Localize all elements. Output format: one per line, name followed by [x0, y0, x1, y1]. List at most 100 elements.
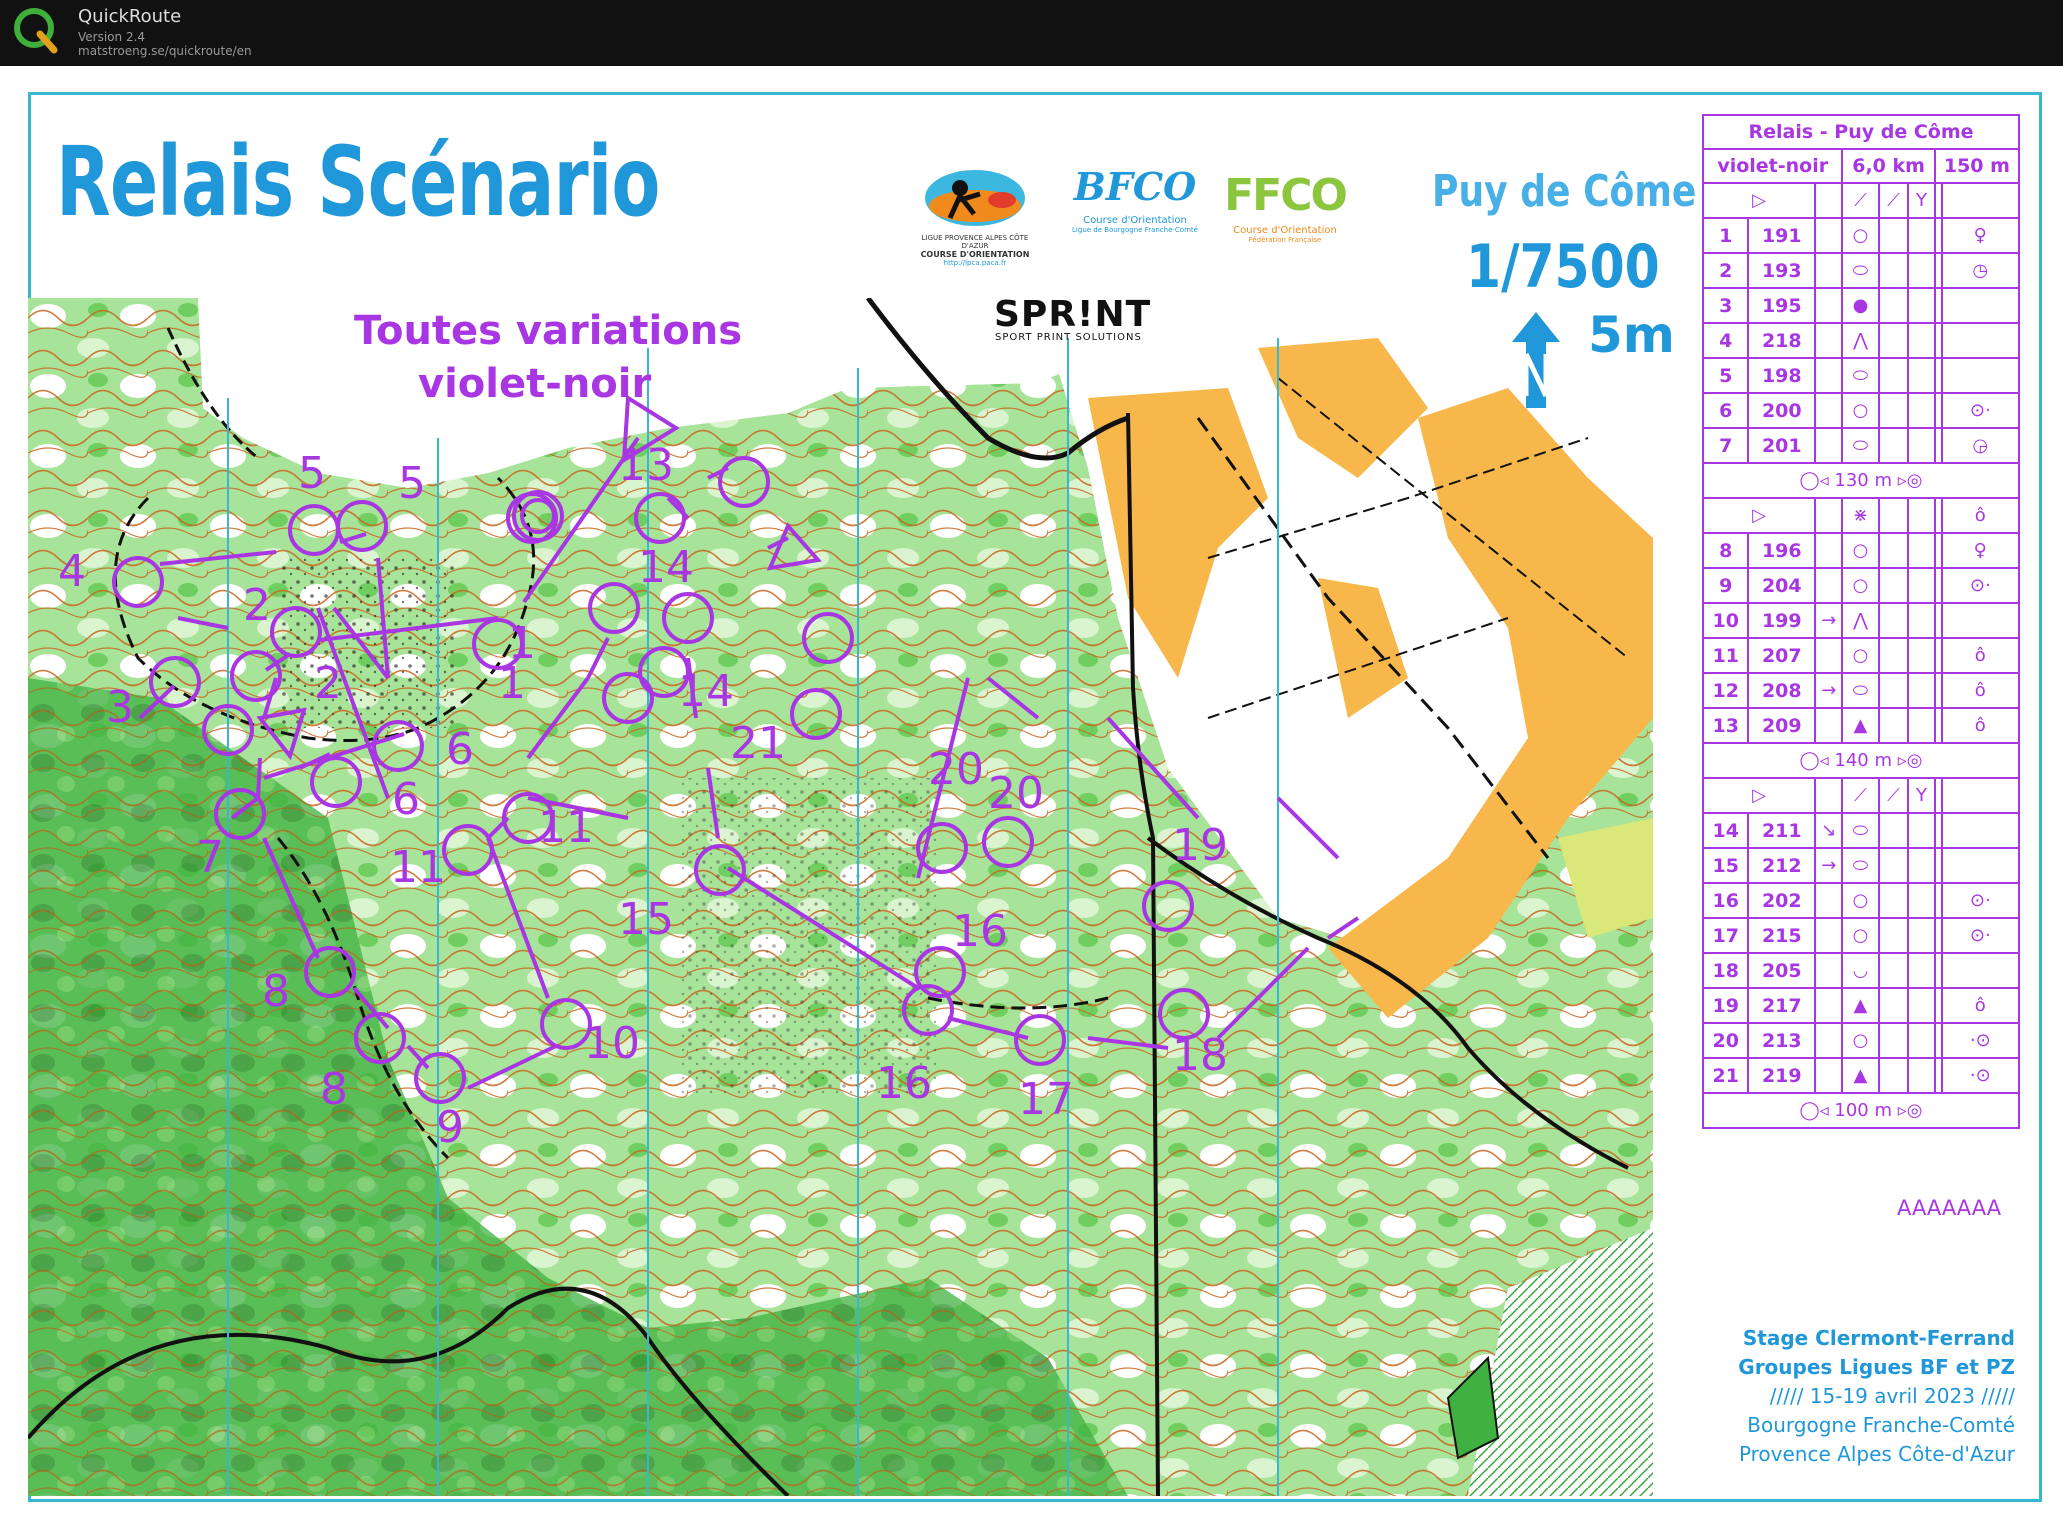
cd-blank — [1933, 427, 1943, 464]
cd-num: 9 — [1701, 567, 1750, 604]
cd-detail: ⊙· — [1940, 882, 2021, 919]
info-line2: Groupes Ligues BF et PZ — [1738, 1355, 2015, 1379]
cd-num: 12 — [1701, 672, 1750, 709]
map-canvas[interactable]: 1 1 2 2 3 4 5 5 6 6 7 8 8 9 10 11 11 13 … — [0, 66, 2063, 1524]
cd-detail — [1940, 287, 2021, 324]
cd-num: 14 — [1701, 812, 1750, 849]
control-number: 15 — [618, 894, 674, 945]
cd-detail: ô — [1940, 987, 2021, 1024]
cd-detail — [1940, 357, 2021, 394]
control-number: 3 — [106, 682, 134, 733]
cd-direction — [1814, 917, 1844, 954]
control-number: 11 — [538, 802, 594, 853]
cd-code: 212 — [1747, 847, 1817, 884]
cd-code: 213 — [1747, 1022, 1817, 1059]
cd-code: 218 — [1747, 322, 1817, 359]
cd-detail: ô — [1940, 637, 2021, 674]
cd-blank — [1877, 427, 1910, 464]
cd-blank — [1907, 427, 1936, 464]
ffco-logo-text: FFCO — [1224, 170, 1348, 221]
app-url[interactable]: matstroeng.se/quickroute/en — [78, 44, 252, 58]
cd-direction — [1814, 882, 1844, 919]
control-number: 14 — [678, 666, 734, 717]
cd-blank — [1933, 882, 1943, 919]
quickroute-logo-icon — [14, 8, 58, 54]
map-subtitle-line2: violet-noir — [418, 361, 652, 407]
cd-row: 21 219 ▲ ·⊙ — [1701, 1057, 2021, 1094]
cd-feature: ○ — [1841, 882, 1880, 919]
control-number: 8 — [320, 1064, 348, 1115]
cd-num: 4 — [1701, 322, 1750, 359]
cd-feature: ⬭ — [1841, 847, 1880, 884]
control-number: 14 — [638, 542, 694, 593]
cd-blank — [1933, 987, 1943, 1024]
cd-blank — [1907, 987, 1936, 1024]
lpca-logo: LIGUE PROVENCE ALPES CÔTE D'AZUR COURSE … — [920, 160, 1030, 270]
cd-blank — [1933, 252, 1943, 289]
cd-code: 204 — [1747, 567, 1817, 604]
cd-direction: → — [1814, 602, 1844, 639]
cd-feature: ▲ — [1841, 707, 1880, 744]
cd-code: 201 — [1747, 427, 1817, 464]
ffco-logo: FFCO Course d'Orientation Fédération Fra… — [1220, 170, 1350, 270]
cd-feature: ⋀ — [1841, 602, 1880, 639]
cd-direction: → — [1814, 847, 1844, 884]
cd-detail: ô — [1940, 707, 2021, 744]
sprint-logo-sub: SPORT PRINT SOLUTIONS — [995, 332, 1142, 343]
cd-num: 20 — [1701, 1022, 1750, 1059]
cd-feature: ⋀ — [1841, 322, 1880, 359]
cd-row: 19 217 ▲ ô — [1701, 987, 2021, 1024]
cd-row: 7 201 ⬭ ◶ — [1701, 427, 2021, 464]
cd-blank — [1933, 602, 1943, 639]
lpca-logo-icon — [925, 170, 1025, 226]
cd-blank — [1907, 672, 1936, 709]
cd-marked-route: ◯◃ 130 m ▹◎ — [1702, 462, 2020, 499]
cd-detail — [1940, 952, 2021, 989]
start-triangle-icon: ▷ — [1701, 497, 1817, 534]
lpca-logo-text3: http://lpca.paca.fr — [943, 259, 1007, 267]
map-title: Relais Scénario — [56, 126, 660, 238]
cd-detail: ·⊙ — [1940, 1022, 2021, 1059]
cd-blank — [1877, 707, 1910, 744]
cd-blank — [1877, 637, 1910, 674]
cd-row: 14 211 ↘ ⬭ — [1701, 812, 2021, 849]
cd-row: 16 202 ○ ⊙· — [1701, 882, 2021, 919]
cd-detail — [1940, 322, 2021, 359]
bfco-logo-sub1: Course d'Orientation — [1083, 215, 1187, 226]
cd-direction — [1814, 987, 1844, 1024]
orienteering-map[interactable]: 1 1 2 2 3 4 5 5 6 6 7 8 8 9 10 11 11 13 … — [28, 298, 1683, 1496]
cd-row: 18 205 ◡ — [1701, 952, 2021, 989]
cd-feature: ○ — [1841, 1022, 1880, 1059]
cd-direction — [1814, 287, 1844, 324]
cd-section-3: 14 211 ↘ ⬭ 15 212 → ⬭ 16 202 ○ ⊙· 17 215 ○ ⊙· 18 205 ◡ 19 21… — [1701, 812, 2021, 1094]
cd-num: 2 — [1701, 252, 1750, 289]
map-subtitle-line1: Toutes variations — [354, 308, 743, 354]
cd-feature: ◡ — [1841, 952, 1880, 989]
cd-blank — [1933, 532, 1943, 569]
cd-blank — [1877, 217, 1910, 254]
cd-num: 10 — [1701, 602, 1750, 639]
cd-blank — [1877, 672, 1910, 709]
cd-direction — [1814, 1022, 1844, 1059]
cd-blank — [1907, 217, 1936, 254]
cd-code: 219 — [1747, 1057, 1817, 1094]
cd-blank — [1933, 217, 1943, 254]
cd-row: 10 199 → ⋀ — [1701, 602, 2021, 639]
start-triangle-icon: ▷ — [1701, 777, 1817, 814]
cd-direction — [1814, 427, 1844, 464]
cd-blank — [1933, 637, 1943, 674]
cd-row: 5 198 ⬭ — [1701, 357, 2021, 394]
ffco-logo-sub1: Course d'Orientation — [1233, 225, 1337, 236]
cd-detail: ◶ — [1940, 427, 2021, 464]
control-number: 8 — [262, 966, 290, 1017]
cd-row: 4 218 ⋀ — [1701, 322, 2021, 359]
cd-num: 13 — [1701, 707, 1750, 744]
cd-direction — [1814, 392, 1844, 429]
cd-blank — [1877, 567, 1910, 604]
control-number: 7 — [196, 832, 224, 883]
cd-feature: ● — [1841, 287, 1880, 324]
cd-row: 20 213 ○ ·⊙ — [1701, 1022, 2021, 1059]
cd-blank — [1907, 882, 1936, 919]
window-titlebar: QuickRoute Version 2.4 matstroeng.se/qui… — [0, 0, 2063, 66]
cd-code: 193 — [1747, 252, 1817, 289]
